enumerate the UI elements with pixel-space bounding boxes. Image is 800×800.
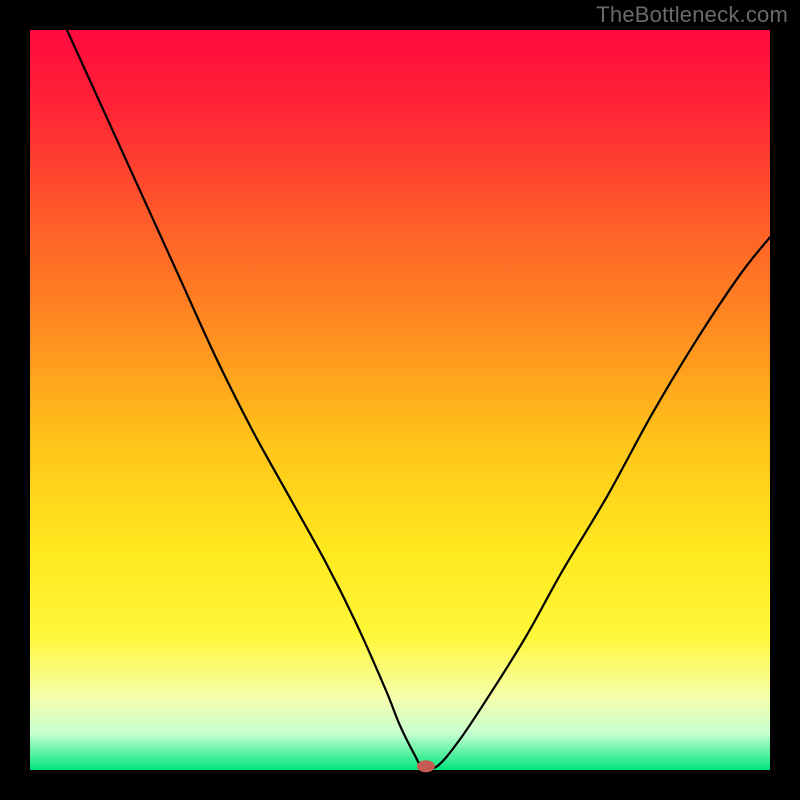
chart-frame: TheBottleneck.com (0, 0, 800, 800)
current-point-marker (417, 760, 435, 772)
bottleneck-chart (0, 0, 800, 800)
watermark-text: TheBottleneck.com (596, 2, 788, 28)
